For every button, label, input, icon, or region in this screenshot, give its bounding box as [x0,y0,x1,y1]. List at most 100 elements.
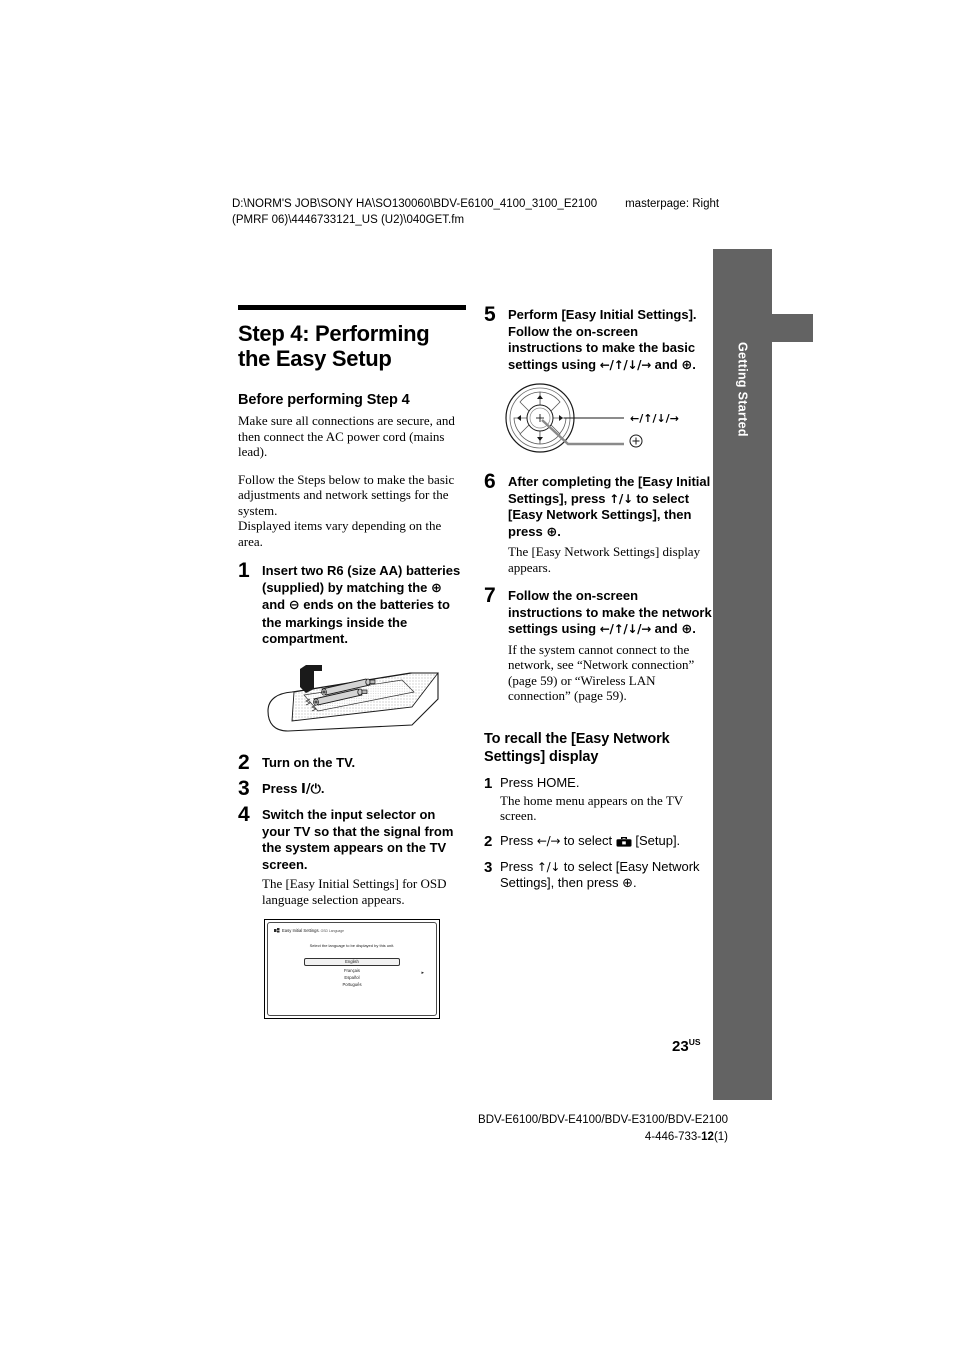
header-path-line1: D:\NORM'S JOB\SONY HA\SO130060\BDV-E6100… [232,198,598,210]
enter-button-icon: ⊕ [622,875,634,891]
header-masterpage: masterpage: Right [625,198,720,210]
document-footer: BDV-E6100/BDV-E4100/BDV-E3100/BDV-E2100 … [478,1112,728,1146]
setup-toolbox-icon [616,835,632,848]
step-6-title: After completing the [Easy Initial Setti… [508,474,712,541]
step-3-text-prefix: Press [262,780,302,796]
step-1: 1 Insert two R6 (size AA) batteries (sup… [238,559,466,648]
osd-option-francais[interactable]: Français [268,967,436,974]
enter-button-icon: ⊕ [681,622,693,637]
footer-code-prefix: 4-446-733- [644,1131,702,1143]
up-down-arrows-icon: ↑/↓ [536,859,561,874]
recall-step-2-number: 2 [484,832,493,850]
step-7-number: 7 [484,584,496,607]
step-1-title: Insert two R6 (size AA) batteries (suppl… [262,563,466,648]
page-title: Step 4: Performing the Easy Setup [238,321,430,371]
page-number-region: US [688,1037,701,1047]
step-2-number: 2 [238,750,250,774]
step-2: 2 Turn on the TV. [238,750,466,774]
recall-step-3-number: 3 [484,858,493,876]
step-7-note: If the system cannot connect to the netw… [508,641,695,704]
recall-step-2-text-c: [Setup]. [631,832,681,848]
osd-prompt-text: Select the language to be displayed by t… [309,943,395,948]
recall-step-2: 2 Press ←/→ to select [Setup]. [484,833,712,850]
page-number: 23US [672,1037,701,1055]
recall-step-1: 1 Press HOME. The home menu appears on t… [484,775,712,824]
step-4-number: 4 [238,803,250,826]
recall-step-1-number: 1 [484,774,493,792]
power-standby-icon: I/⏻ [301,781,321,797]
direction-arrows-icon: ←/↑/↓/→ [599,622,652,636]
step-5: 5 Perform [Easy Initial Settings]. Follo… [484,303,712,374]
battery-insertion-illustration [262,659,442,739]
chapter-tab-label: Getting Started [735,341,750,437]
footer-document-code: 4-446-733-12(1) [478,1129,728,1146]
osd-language-screenshot: Easy Initial Settings- OSD Language Sele… [264,919,440,1019]
step-2-title: Turn on the TV. [262,754,356,770]
step-1-text-b: and [262,597,289,612]
step-4: 4 Switch the input selector on your TV s… [238,803,466,907]
step-7-title: Follow the on-screen instructions to mak… [508,588,712,639]
recall-step-1-note: The home menu appears on the TV screen. [500,792,683,824]
plus-circle-icon: ⊕ [431,580,442,596]
document-header: D:\NORM'S JOB\SONY HA\SO130060\BDV-E6100… [232,196,772,228]
step-3-number: 3 [238,776,250,800]
section-subheading: Before performing Step 4 [238,392,410,408]
step-3: 3 Press I/⏻. [238,776,466,800]
osd-subtitle: - OSD Language [318,929,344,933]
step-7-text-b: and [651,621,682,636]
footer-code-revision: 12 [701,1131,714,1143]
direction-arrows-icon: ←/↑/↓/→ [599,357,652,372]
footer-models: BDV-E6100/BDV-E4100/BDV-E3100/BDV-E2100 [478,1114,728,1126]
right-column: 5 Perform [Easy Initial Settings]. Follo… [484,303,712,901]
osd-screen-inner: Easy Initial Settings- OSD Language Sele… [267,922,437,1016]
enter-button-icon: ⊕ [681,357,693,373]
recall-step-3: 3 Press ↑/↓ to select [Easy Network Sett… [484,859,712,892]
recall-step-2-text-a: Press [500,832,537,848]
recall-step-2-text-b: to select [560,832,616,848]
intro-paragraph-2: Follow the Steps below to make the basic… [238,471,455,518]
enter-button-icon: ⊕ [546,524,558,540]
step-4-title: Switch the input selector on your TV so … [262,807,454,872]
intro-paragraph-3: Displayed items vary depending on the ar… [238,518,442,549]
left-right-arrows-icon: ←/→ [536,833,561,848]
up-down-arrows-icon: ↑/↓ [609,491,633,506]
step-5-number: 5 [484,303,496,326]
step-6-note: The [Easy Network Settings] display appe… [508,544,701,575]
osd-header: Easy Initial Settings- OSD Language [274,928,344,933]
recall-section-heading: To recall the [Easy Network Settings] di… [484,730,670,765]
step-6-number: 6 [484,470,496,493]
footer-code-suffix: (1) [713,1131,728,1143]
recall-step-2-title: Press ←/→ to select [Setup]. [500,833,712,849]
osd-title: Easy Initial Settings [282,928,319,933]
intro-paragraph-1: Make sure all connections are secure, an… [238,413,455,459]
step-6: 6 After completing the [Easy Initial Set… [484,470,712,575]
step-4-note: The [Easy Initial Settings] for OSD lang… [262,876,447,907]
svg-text:←/↑/↓/→: ←/↑/↓/→ [630,412,679,425]
recall-step-1-title: Press HOME. [500,774,580,790]
step-5-text-c: . [692,356,696,372]
recall-step-3-text-a: Press [500,858,537,874]
step-7: 7 Follow the on-screen instructions to m… [484,584,712,704]
osd-option-english[interactable]: English [304,958,400,966]
osd-language-list: English Français Español Português [268,958,436,988]
recall-step-3-title: Press ↑/↓ to select [Easy Network Settin… [500,859,712,892]
step-3-text-suffix: . [320,780,325,796]
dpad-callout-illustration: ←/↑/↓/→ [498,382,708,460]
step-3-title: Press I/⏻. [262,781,466,799]
page-number-value: 23 [672,1038,689,1055]
minus-circle-icon: ⊖ [288,598,300,613]
osd-option-espanol[interactable]: Español [268,974,436,981]
left-column: Step 4: Performing the Easy Setup Before… [238,305,466,1019]
step-7-text-c: . [692,621,696,636]
osd-next-arrow-icon: ▸ [421,970,424,976]
step-6-text-c: . [557,523,561,539]
step-5-text-b: and [651,356,682,372]
osd-settings-icon [274,928,280,933]
step-1-number: 1 [238,559,250,582]
header-path-line2: (PMRF 06)\4446733121_US (U2)\040GET.fm [232,214,465,226]
osd-option-portugues[interactable]: Português [268,981,436,988]
step-5-title: Perform [Easy Initial Settings]. Follow … [508,307,712,374]
title-rule [238,305,466,310]
recall-step-3-text-c: . [633,874,637,890]
chapter-tab-nub [772,314,813,342]
